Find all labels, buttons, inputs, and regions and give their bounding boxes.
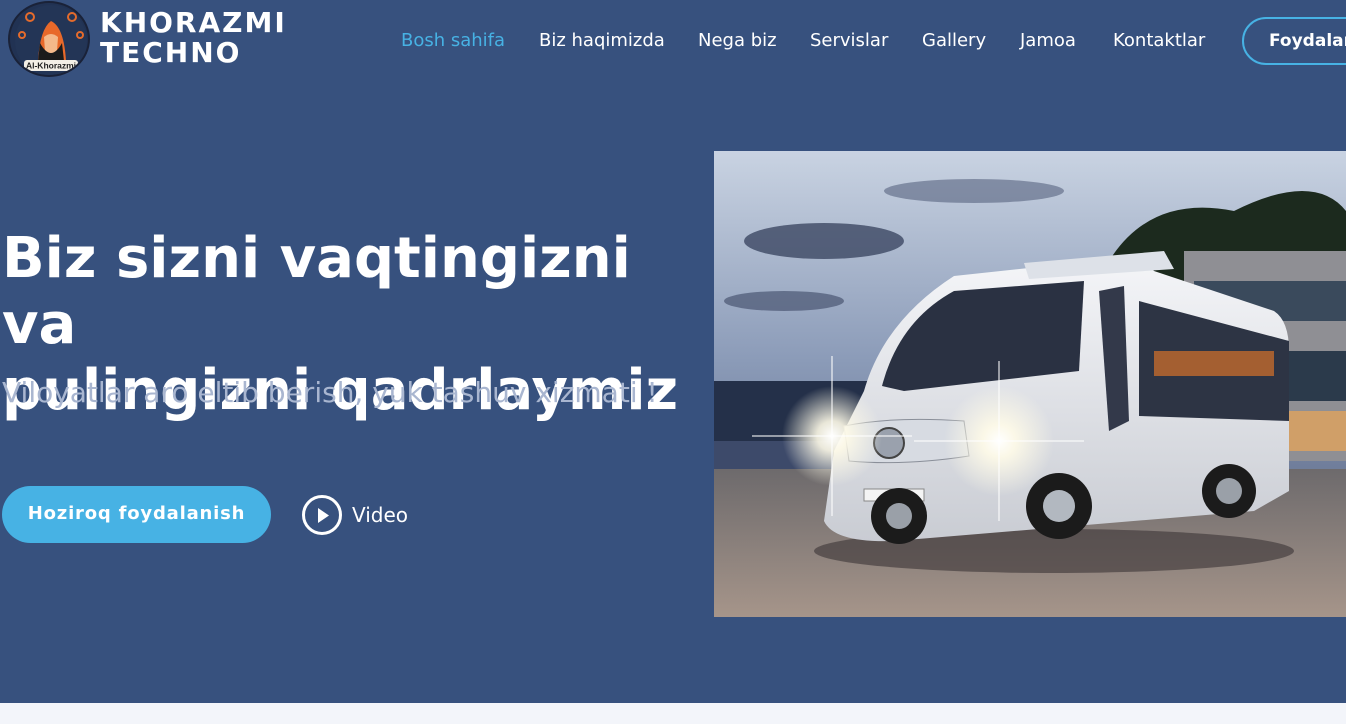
next-section-edge [0, 703, 1346, 724]
nav-item-biz-haqimizda[interactable]: Biz haqimizda [539, 29, 665, 53]
brand-line1: KHORAZMI [100, 6, 287, 39]
nav-item-servislar[interactable]: Servislar [810, 29, 888, 53]
nav-item-jamoa[interactable]: Jamoa [1020, 29, 1076, 53]
logo-icon[interactable]: Al-Khorazmi [8, 1, 90, 77]
nav-item-bosh-sahifa[interactable]: Bosh sahifa [401, 29, 505, 53]
brand-line2: TECHNO [100, 36, 242, 69]
nav-item-nega-biz[interactable]: Nega biz [698, 29, 777, 53]
nav-item-gallery[interactable]: Gallery [922, 29, 986, 53]
logo-badge-text: Al-Khorazmi [26, 61, 76, 71]
video-label: Video [352, 503, 409, 527]
minibus-photo [714, 151, 1346, 617]
hero-title-line1: Biz sizni vaqtingizni va [2, 226, 631, 357]
brand-name[interactable]: KHORAZMI TECHNO [100, 8, 287, 68]
header-cta-button[interactable]: Foydalanish [1242, 17, 1346, 65]
site-header: Al-Khorazmi KHORAZMI TECHNO Bosh sahifa … [0, 0, 1346, 84]
get-started-button[interactable]: Hoziroq foydalanish [2, 486, 271, 543]
hero-subtitle: Viloyatlar aro eltib berish, yuk tashuv … [2, 376, 658, 409]
nav-item-kontaktlar[interactable]: Kontaktlar [1113, 29, 1205, 53]
play-icon[interactable] [302, 495, 342, 535]
